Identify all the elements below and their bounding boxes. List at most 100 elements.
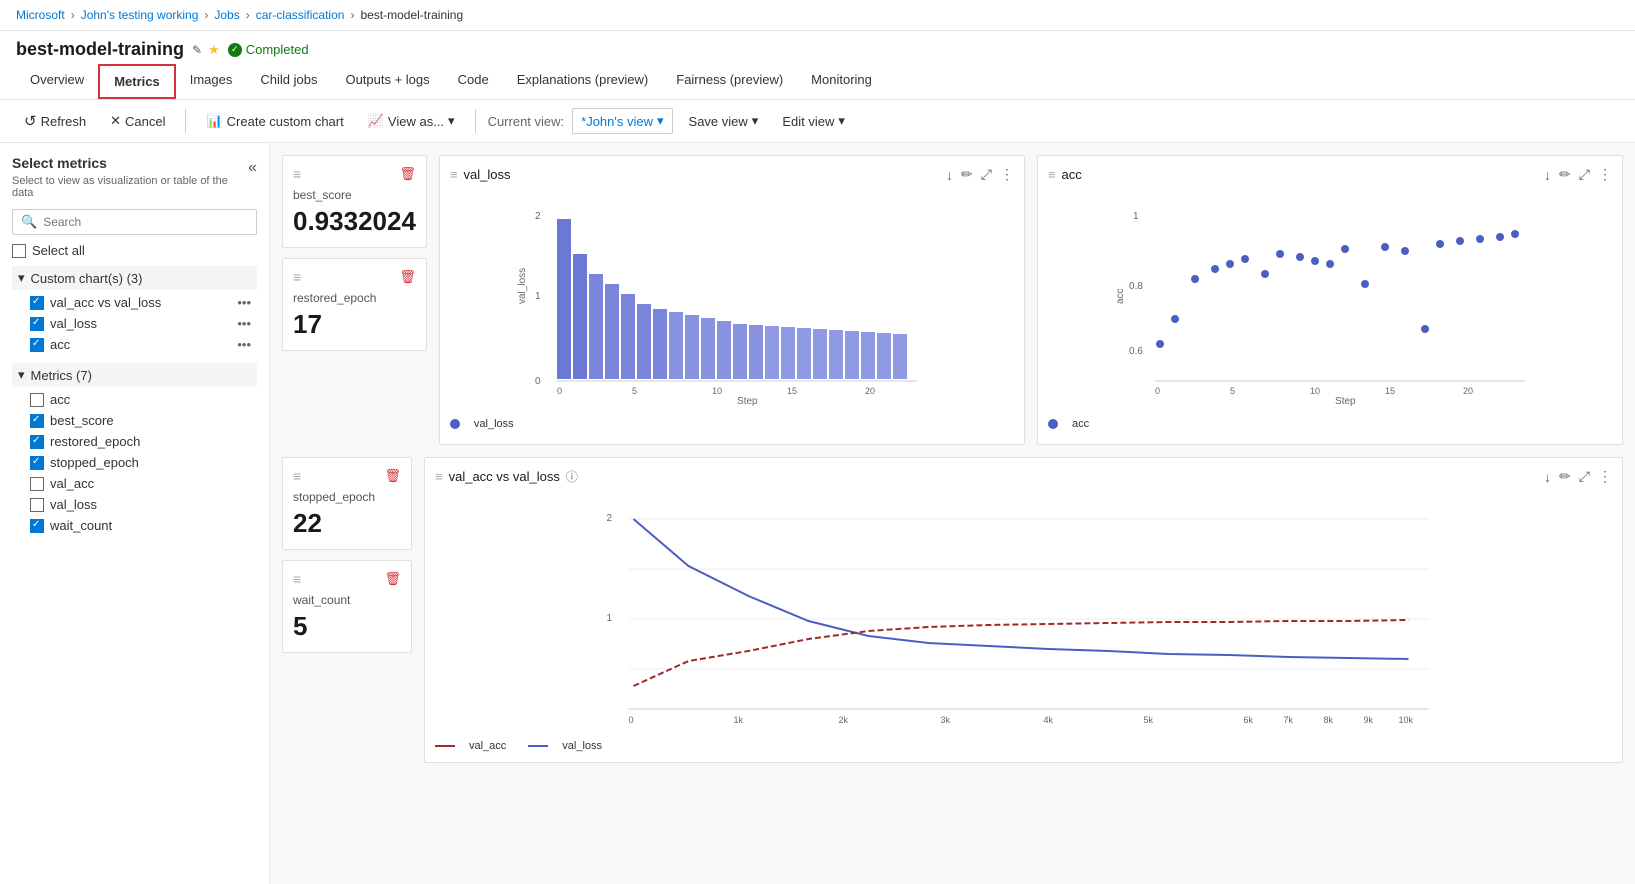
edit-acc-button[interactable] — [1559, 166, 1571, 183]
select-all-row: Select all — [12, 243, 257, 258]
legend-dot — [1048, 419, 1058, 429]
tab-fairness[interactable]: Fairness (preview) — [662, 64, 797, 99]
metric-checkbox-stopped_epoch[interactable] — [30, 456, 44, 470]
metric-more-button[interactable]: ••• — [237, 316, 251, 331]
svg-text:5: 5 — [632, 386, 637, 396]
more-acc-button[interactable] — [1598, 166, 1612, 183]
metric-checkbox-acc2[interactable] — [30, 393, 44, 407]
panel-subtitle: Select to view as visualization or table… — [12, 175, 248, 199]
chart-drag-icon[interactable]: ≡ — [1048, 167, 1056, 182]
chart-panel-val-acc-vs-val-loss: ≡ val_acc vs val_loss ⓘ 2 1 — [424, 457, 1623, 763]
select-all-label: Select all — [32, 243, 85, 258]
expand-chart-button[interactable] — [981, 166, 992, 183]
breadcrumb-car-classification[interactable]: car-classification — [256, 8, 345, 22]
breadcrumb-microsoft[interactable]: Microsoft — [16, 8, 65, 22]
save-view-label: Save view — [689, 114, 748, 129]
tab-monitoring[interactable]: Monitoring — [797, 64, 886, 99]
chart-legend-val-loss: val_loss — [450, 418, 1014, 430]
metrics-items: acc best_score restored_epoch stopped_ep… — [12, 389, 257, 536]
drag-handle[interactable] — [293, 166, 301, 182]
delete-card-button[interactable] — [384, 571, 401, 587]
tab-overview[interactable]: Overview — [16, 64, 98, 99]
drag-handle[interactable] — [293, 269, 301, 285]
chart-drag-icon[interactable]: ≡ — [450, 167, 458, 182]
edit-combo-button[interactable] — [1559, 468, 1571, 485]
more-chart-button[interactable] — [1000, 166, 1014, 183]
create-chart-button[interactable]: Create custom chart — [198, 109, 351, 133]
edit-chart-button[interactable] — [961, 166, 973, 183]
edit-view-button[interactable]: Edit view — [774, 109, 853, 133]
metric-checkbox-val_acc[interactable] — [30, 477, 44, 491]
svg-text:20: 20 — [1463, 386, 1473, 396]
val-loss-chart-svg: 2 1 0 val_loss Step — [450, 189, 1014, 409]
collapse-panel-button[interactable]: « — [248, 159, 257, 177]
group-label: Custom chart(s) (3) — [31, 271, 143, 286]
svg-text:1: 1 — [535, 291, 541, 302]
svg-text:9k: 9k — [1364, 715, 1374, 725]
tab-child-jobs[interactable]: Child jobs — [246, 64, 331, 99]
metric-more-button[interactable]: ••• — [237, 337, 251, 352]
toolbar-separator-2 — [475, 109, 476, 133]
group-custom-charts[interactable]: ▾ Custom chart(s) (3) — [12, 266, 257, 290]
metric-checkbox-val_loss2[interactable] — [30, 498, 44, 512]
chart-legend-combo: val_acc val_loss — [435, 740, 1612, 752]
cancel-button[interactable]: Cancel — [102, 109, 173, 133]
tab-metrics[interactable]: Metrics — [98, 64, 176, 99]
download-acc-button[interactable] — [1544, 167, 1551, 183]
viewas-button[interactable]: View as... — [360, 109, 463, 133]
metric-checkbox-val_loss[interactable] — [30, 317, 44, 331]
current-view-dropdown[interactable]: *John's view — [572, 108, 672, 134]
search-input[interactable] — [43, 215, 248, 229]
toolbar-separator — [185, 109, 186, 133]
select-all-checkbox[interactable] — [12, 244, 26, 258]
metric-checkbox-wait_count[interactable] — [30, 519, 44, 533]
more-combo-button[interactable] — [1598, 468, 1612, 485]
edit-title-icon[interactable] — [192, 42, 202, 57]
favorite-icon[interactable] — [208, 42, 220, 58]
delete-card-button[interactable] — [384, 468, 401, 484]
metric-cards-column: best_score 0.9332024 restored_epoch 17 — [282, 155, 427, 445]
card-value: 22 — [293, 508, 401, 539]
svg-text:15: 15 — [787, 386, 797, 396]
status-text: Completed — [246, 42, 309, 57]
charts-row-2: stopped_epoch 22 wait_count 5 ≡ — [282, 457, 1623, 763]
chart-drag-icon[interactable]: ≡ — [435, 469, 443, 484]
delete-card-button[interactable] — [399, 269, 416, 285]
drag-handle[interactable] — [293, 468, 301, 484]
group-metrics[interactable]: ▾ Metrics (7) — [12, 363, 257, 387]
card-value: 0.9332024 — [293, 206, 416, 237]
svg-text:5: 5 — [1230, 386, 1235, 396]
metric-label: acc — [50, 392, 70, 407]
tab-images[interactable]: Images — [176, 64, 247, 99]
viewas-label: View as... — [388, 114, 444, 129]
list-item: acc ••• — [12, 334, 257, 355]
download-chart-button[interactable] — [946, 167, 953, 183]
breadcrumb-jobs[interactable]: Jobs — [214, 8, 239, 22]
left-panel: Select metrics Select to view as visuali… — [0, 143, 270, 884]
tab-explanations[interactable]: Explanations (preview) — [503, 64, 663, 99]
metric-checkbox-restored_epoch[interactable] — [30, 435, 44, 449]
metric-label: val_acc — [50, 476, 94, 491]
breadcrumb-workspace[interactable]: John's testing working — [81, 8, 199, 22]
group-collapse-icon: ▾ — [18, 270, 25, 286]
expand-combo-button[interactable] — [1579, 468, 1590, 485]
tab-code[interactable]: Code — [444, 64, 503, 99]
metric-more-button[interactable]: ••• — [237, 295, 251, 310]
legend-label-val-acc: val_acc — [469, 740, 506, 752]
metric-checkbox-val_acc_vs_val_loss[interactable] — [30, 296, 44, 310]
list-item: stopped_epoch — [12, 452, 257, 473]
metric-checkbox-acc[interactable] — [30, 338, 44, 352]
expand-acc-button[interactable] — [1579, 166, 1590, 183]
tab-outputs-logs[interactable]: Outputs + logs — [331, 64, 443, 99]
edit-view-chevron — [838, 113, 845, 129]
delete-card-button[interactable] — [399, 166, 416, 182]
chart-title-val-acc-vs-val-loss: ≡ val_acc vs val_loss ⓘ — [435, 468, 578, 485]
tabs-bar: Overview Metrics Images Child jobs Outpu… — [0, 64, 1635, 100]
svg-text:1: 1 — [607, 613, 613, 624]
drag-handle[interactable] — [293, 571, 301, 587]
save-view-button[interactable]: Save view — [681, 109, 767, 133]
download-combo-button[interactable] — [1544, 469, 1551, 485]
list-item: acc — [12, 389, 257, 410]
refresh-button[interactable]: Refresh — [16, 108, 94, 134]
metric-checkbox-best_score[interactable] — [30, 414, 44, 428]
